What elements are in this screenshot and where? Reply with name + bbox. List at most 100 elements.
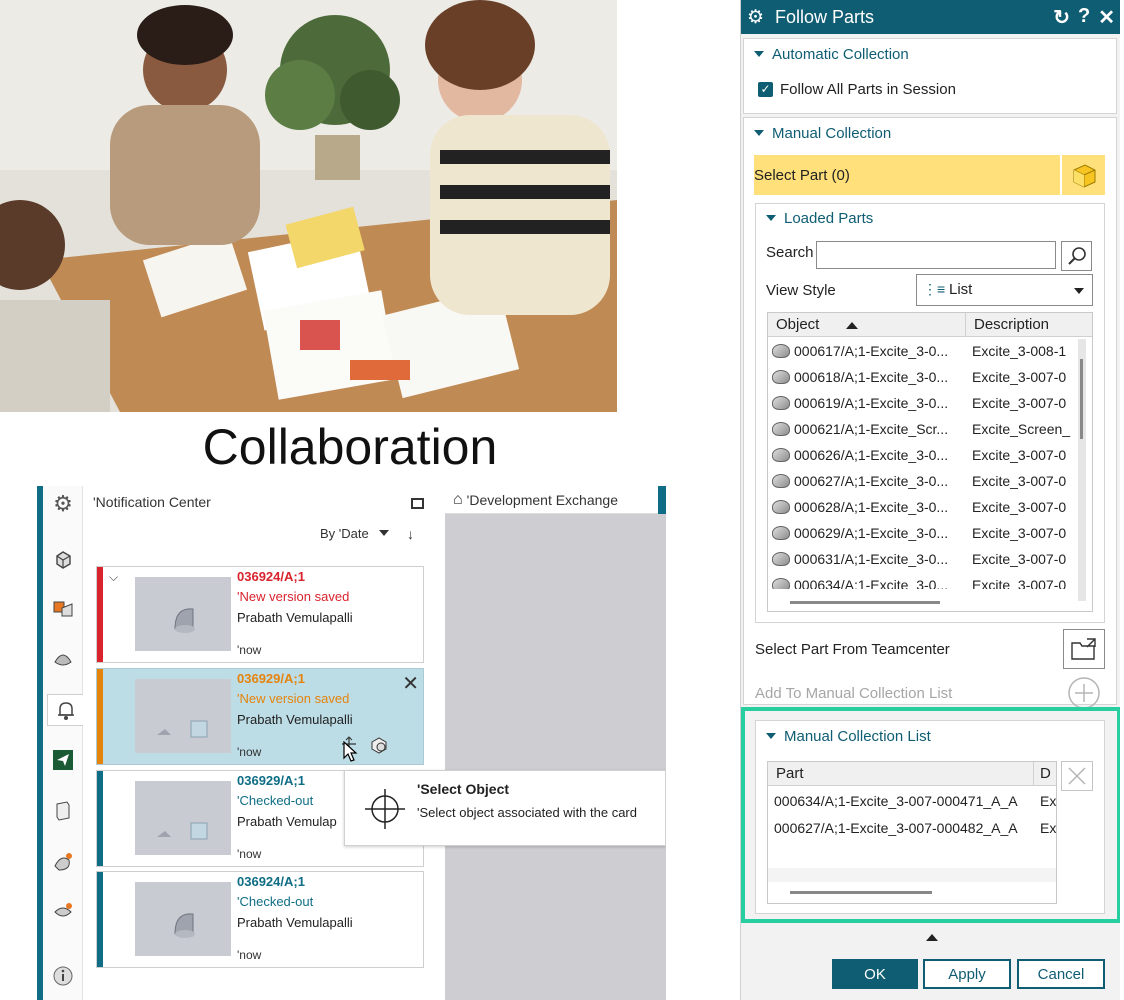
add-to-manual-list-label: Add To Manual Collection List <box>755 685 953 702</box>
dialog-titlebar: ⚙ Follow Parts ↻ ? ✕ <box>741 0 1120 34</box>
reset-icon[interactable]: ↻ <box>1053 5 1070 30</box>
card-time: 'now <box>237 948 262 962</box>
view-style-dropdown[interactable]: ⋮≡ List <box>916 274 1093 306</box>
sort-dropdown-icon[interactable] <box>379 530 389 536</box>
card-user: Prabath Vemulap <box>237 814 337 829</box>
notification-card-selected[interactable]: 036929/A;1 'New version saved Prabath Ve… <box>96 668 424 765</box>
system-materials-icon[interactable] <box>47 896 79 928</box>
list-icon: ⋮≡ <box>923 281 946 297</box>
table-row[interactable]: 000618/A;1-Excite_3-0... Excite_3-007-0 <box>768 365 1086 391</box>
table-row[interactable]: 000617/A;1-Excite_3-0... Excite_3-008-1 <box>768 339 1086 365</box>
card-accent-bar <box>97 669 103 764</box>
card-user: Prabath Vemulapalli <box>237 712 353 727</box>
part-thumbnail <box>135 781 231 855</box>
part-icon <box>772 396 790 410</box>
resource-bar: ⚙ <box>43 486 83 1000</box>
part-icon <box>772 526 790 540</box>
card-user: Prabath Vemulapalli <box>237 610 353 625</box>
collapse-triangle-icon <box>766 215 776 221</box>
select-from-teamcenter-button[interactable] <box>1063 629 1105 669</box>
view-style-label: View Style <box>766 282 836 299</box>
maximize-icon[interactable] <box>411 498 424 509</box>
tab-accent <box>658 486 666 514</box>
apply-button[interactable]: Apply <box>923 959 1011 989</box>
card-part-id[interactable]: 036929/A;1 <box>237 671 305 686</box>
development-exchange-tab[interactable]: ⌂ 'Development Exchange <box>445 486 666 514</box>
notification-card[interactable]: 036924/A;1 'Checked-out Prabath Vemulapa… <box>96 871 424 968</box>
search-button[interactable] <box>1061 241 1092 271</box>
column-header-description[interactable]: Description <box>966 313 1092 337</box>
part-thumbnail <box>135 882 231 956</box>
chevron-down-icon <box>1074 288 1084 294</box>
table-row[interactable]: 000628/A;1-Excite_3-0... Excite_3-007-0 <box>768 495 1086 521</box>
assembly-navigator-icon[interactable] <box>47 592 79 624</box>
chevron-down-icon[interactable]: ⌵ <box>109 570 118 585</box>
table-row[interactable]: 000621/A;1-Excite_Scr... Excite_Screen_ <box>768 417 1086 443</box>
scrollbar-thumb[interactable] <box>790 601 940 604</box>
follow-parts-dialog: ⚙ Follow Parts ↻ ? ✕ Automatic Collectio… <box>740 0 1120 1000</box>
help-icon[interactable]: ? <box>1078 5 1090 30</box>
card-user: Prabath Vemulapalli <box>237 915 353 930</box>
follow-all-checkbox[interactable]: ✓ <box>758 82 773 97</box>
card-part-id[interactable]: 036929/A;1 <box>237 773 305 788</box>
roles-book-icon[interactable] <box>47 794 79 826</box>
development-exchange-pane: ⌂ 'Development Exchange <box>445 486 666 1000</box>
manual-collection-header[interactable]: Manual Collection <box>754 125 891 142</box>
card-status: 'New version saved <box>237 589 350 604</box>
collapse-triangle-icon <box>754 130 764 136</box>
horizontal-scrollbar[interactable] <box>790 599 950 605</box>
part-icon <box>772 370 790 384</box>
view-style-value: List <box>949 281 973 298</box>
reuse-library-icon[interactable] <box>47 642 79 674</box>
sort-direction-icon[interactable]: ↓ <box>407 526 414 542</box>
send-message-icon[interactable] <box>47 744 79 776</box>
automatic-collection-group: Automatic Collection ✓ Follow All Parts … <box>743 38 1117 114</box>
info-icon[interactable] <box>47 960 79 992</box>
notification-bell-icon[interactable] <box>47 694 83 726</box>
select-object-tooltip: 'Select Object 'Select object associated… <box>344 770 666 846</box>
settings-gear-icon[interactable]: ⚙ <box>47 488 79 520</box>
table-row[interactable]: 000629/A;1-Excite_3-0... Excite_3-007-0 <box>768 521 1086 547</box>
history-part-icon[interactable] <box>47 846 79 878</box>
card-part-id[interactable]: 036924/A;1 <box>237 874 305 889</box>
column-header-object[interactable]: Object <box>768 313 966 337</box>
open-part-icon[interactable] <box>369 735 389 760</box>
card-time: 'now <box>237 847 262 861</box>
table-row[interactable]: 000631/A;1-Excite_3-0... Excite_3-007-0 <box>768 547 1086 573</box>
automatic-collection-header[interactable]: Automatic Collection <box>754 46 909 63</box>
crosshair-icon <box>363 787 407 836</box>
dialog-gear-icon[interactable]: ⚙ <box>747 6 769 29</box>
notification-center-title: 'Notification Center <box>93 494 211 510</box>
close-icon[interactable]: ✕ <box>1098 5 1115 30</box>
part-navigator-icon[interactable] <box>47 544 79 576</box>
table-row[interactable]: 000634/A;1-Excite_3-0... Excite_3-007-0 <box>768 573 1086 589</box>
search-icon <box>1067 247 1086 265</box>
part-icon <box>772 422 790 436</box>
collapse-up-icon[interactable] <box>926 934 938 941</box>
notification-card[interactable]: ⌵ 036924/A;1 'New version saved Prabath … <box>96 566 424 663</box>
part-icon <box>772 344 790 358</box>
tooltip-title: 'Select Object <box>417 781 510 797</box>
loaded-parts-header[interactable]: Loaded Parts <box>766 210 873 227</box>
part-icon <box>772 500 790 514</box>
select-part-cube-button[interactable] <box>1062 155 1105 195</box>
tooltip-description: 'Select object associated with the card <box>417 805 637 820</box>
select-part-label: Select Part (0) <box>754 167 850 184</box>
card-accent-bar <box>97 567 103 662</box>
sort-by-label[interactable]: By 'Date <box>320 526 369 541</box>
search-label: Search <box>766 244 814 261</box>
card-status: 'Checked-out <box>237 894 314 909</box>
vertical-scrollbar[interactable] <box>1078 339 1086 601</box>
select-part-row[interactable]: Select Part (0) <box>754 155 1060 195</box>
card-part-id[interactable]: 036924/A;1 <box>237 569 305 584</box>
cancel-button[interactable]: Cancel <box>1017 959 1105 989</box>
search-input[interactable] <box>816 241 1056 269</box>
ok-button[interactable]: OK <box>832 959 918 989</box>
table-row[interactable]: 000619/A;1-Excite_3-0... Excite_3-007-0 <box>768 391 1086 417</box>
card-status: 'Checked-out <box>237 793 314 808</box>
loaded-parts-table: Object Description 000617/A;1-Excite_3-0… <box>767 312 1093 612</box>
close-icon[interactable]: ✕ <box>402 671 419 696</box>
table-row[interactable]: 000626/A;1-Excite_3-0... Excite_3-007-0 <box>768 443 1086 469</box>
table-row[interactable]: 000627/A;1-Excite_3-0... Excite_3-007-0 <box>768 469 1086 495</box>
scrollbar-thumb[interactable] <box>1080 359 1083 439</box>
